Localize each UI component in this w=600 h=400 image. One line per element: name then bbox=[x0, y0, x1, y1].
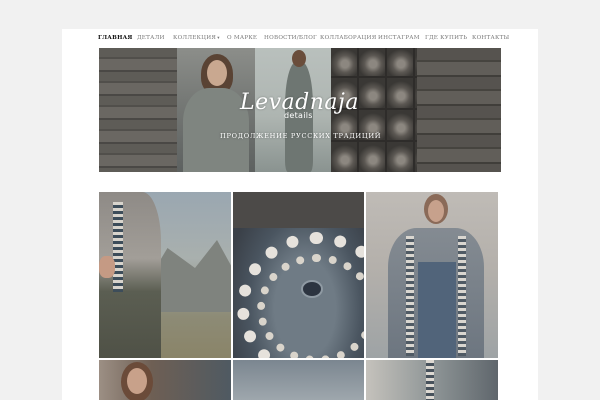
nav-item-about[interactable]: О МАРКЕ bbox=[227, 35, 257, 42]
nav-item-instagram[interactable]: ИНСТАГРАМ bbox=[378, 35, 420, 42]
gallery-tile-5[interactable] bbox=[233, 360, 364, 400]
nav-item-details[interactable]: ДЕТАЛИ bbox=[137, 35, 165, 42]
gallery-tile-4[interactable] bbox=[99, 360, 231, 400]
banner-wood-panel-left bbox=[99, 48, 177, 172]
content-container: ГЛАВНАЯ ДЕТАЛИ КОЛЛЕКЦИЯ▾ О МАРКЕ НОВОСТ… bbox=[62, 29, 538, 400]
brand-logo-sub: details bbox=[284, 111, 313, 120]
gallery-tile-1[interactable] bbox=[99, 192, 231, 358]
nav-item-collaboration[interactable]: КОЛЛАБОРАЦИЯ bbox=[320, 35, 376, 42]
chevron-down-icon: ▾ bbox=[217, 36, 220, 41]
gallery-tile-2[interactable] bbox=[233, 192, 364, 358]
main-nav: ГЛАВНАЯ ДЕТАЛИ КОЛЛЕКЦИЯ▾ О МАРКЕ НОВОСТ… bbox=[62, 29, 538, 47]
nav-item-news-blog[interactable]: НОВОСТИ/БЛОГ bbox=[264, 35, 317, 42]
nav-item-where-to-buy[interactable]: ГДЕ КУПИТЬ bbox=[425, 35, 467, 42]
hero-banner[interactable]: Levadnaja details ПРОДОЛЖЕНИЕ РУССКИХ ТР… bbox=[99, 48, 501, 172]
nav-item-collection-label: КОЛЛЕКЦИЯ bbox=[173, 35, 217, 41]
gallery-tile-6[interactable] bbox=[366, 360, 498, 400]
nav-item-contacts[interactable]: КОНТАКТЫ bbox=[472, 35, 509, 42]
banner-wood-panel-right bbox=[417, 48, 501, 172]
gallery-tile-3[interactable] bbox=[366, 192, 498, 358]
banner-tagline: ПРОДОЛЖЕНИЕ РУССКИХ ТРАДИЦИЙ bbox=[220, 132, 382, 140]
nav-item-collection[interactable]: КОЛЛЕКЦИЯ▾ bbox=[173, 35, 220, 42]
nav-item-home[interactable]: ГЛАВНАЯ bbox=[98, 35, 133, 42]
